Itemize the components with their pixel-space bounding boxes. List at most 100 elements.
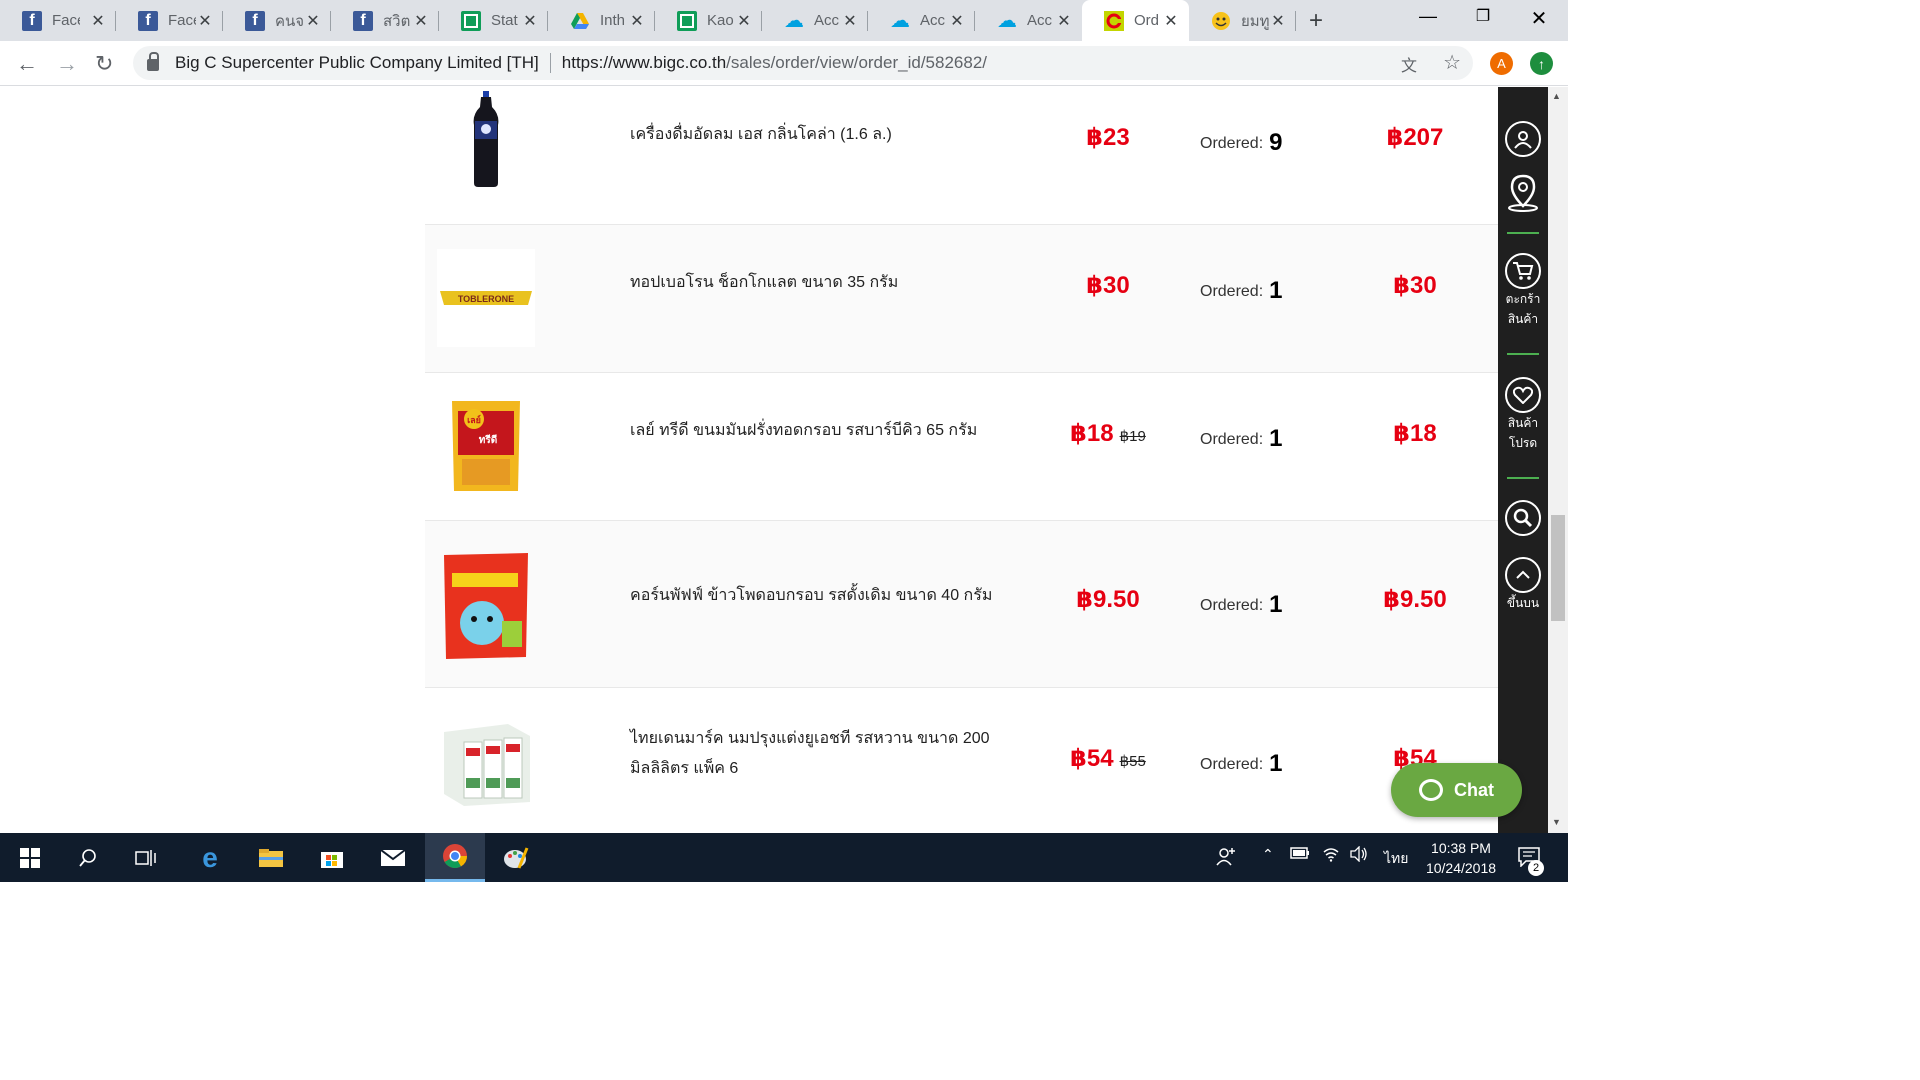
- tab-close-icon[interactable]: ✕: [1270, 11, 1286, 31]
- task-view-icon[interactable]: [116, 833, 176, 882]
- new-tab-button[interactable]: +: [1309, 7, 1323, 35]
- quantity-value: 1: [1269, 750, 1283, 777]
- file-explorer-icon[interactable]: [241, 833, 301, 882]
- profile-avatar[interactable]: A: [1490, 52, 1513, 75]
- store-locator-button[interactable]: [1498, 174, 1548, 212]
- reload-icon[interactable]: ↻: [95, 51, 113, 77]
- favorites-button[interactable]: สินค้า โปรด: [1498, 377, 1548, 453]
- windows-start-icon[interactable]: [0, 833, 60, 882]
- chrome-icon[interactable]: [425, 833, 485, 882]
- close-window-button[interactable]: ✕: [1516, 6, 1562, 31]
- browser-tab[interactable]: ☁ Acc ✕: [975, 0, 1082, 41]
- search-button[interactable]: [1498, 500, 1548, 536]
- line-total: ฿9.50: [1383, 586, 1447, 613]
- tab-close-icon[interactable]: ✕: [522, 11, 538, 31]
- clock-date: 10/24/2018: [1425, 860, 1497, 876]
- order-item-row: เลย์ ทรีดี เลย์ ทรีดี ขนมมันฝรั่งทอดกรอบ…: [425, 373, 1498, 521]
- tab-close-icon[interactable]: ✕: [305, 11, 321, 31]
- ordered-quantity: Ordered: 9: [1200, 127, 1320, 156]
- facebook-icon: f: [138, 10, 158, 31]
- browser-tab[interactable]: ☁ Acc ✕: [762, 0, 868, 41]
- tab-close-icon[interactable]: ✕: [1056, 11, 1072, 31]
- edge-browser-icon[interactable]: e: [180, 833, 240, 882]
- line-total: ฿18: [1393, 420, 1437, 447]
- tab-title: Ord: [1134, 12, 1160, 29]
- extension-upload-icon[interactable]: ↑: [1530, 52, 1553, 75]
- volume-icon[interactable]: [1350, 845, 1368, 867]
- browser-tab[interactable]: Stat ✕: [439, 0, 548, 41]
- product-image-soda[interactable]: [437, 91, 535, 189]
- microsoft-store-icon[interactable]: [302, 833, 362, 882]
- tab-title: ยมทู: [1241, 12, 1269, 30]
- browser-tab[interactable]: f คนจ ✕: [223, 0, 331, 41]
- scroll-up-arrow-icon[interactable]: ▲: [1552, 91, 1561, 101]
- browser-tab[interactable]: fFace✕: [0, 0, 116, 41]
- browser-tab[interactable]: f สวิต ✕: [331, 0, 439, 41]
- page-scrollbar[interactable]: ▲ ▼: [1548, 87, 1568, 833]
- tab-close-icon[interactable]: ✕: [949, 11, 965, 31]
- paint-icon[interactable]: [486, 833, 546, 882]
- product-image-cornpuff[interactable]: [437, 551, 535, 661]
- forward-arrow-icon[interactable]: →: [56, 51, 78, 77]
- cart-button[interactable]: ตะกร้า สินค้า: [1498, 253, 1548, 329]
- site-organization: Big C Supercenter Public Company Limited…: [175, 53, 539, 72]
- translate-icon[interactable]: 文: [1401, 52, 1417, 76]
- system-clock[interactable]: 10:38 PM 10/24/2018: [1420, 838, 1502, 878]
- bookmark-star-icon[interactable]: ☆: [1443, 50, 1461, 75]
- tab-close-icon[interactable]: ✕: [90, 11, 106, 31]
- chat-button[interactable]: Chat: [1391, 763, 1522, 817]
- product-image-toblerone[interactable]: TOBLERONE: [437, 249, 535, 347]
- product-image-milk[interactable]: [437, 714, 535, 812]
- scroll-down-arrow-icon[interactable]: ▼: [1552, 817, 1561, 827]
- browser-tab[interactable]: ☁ Acc ✕: [868, 0, 975, 41]
- browser-tab[interactable]: Kao ✕: [655, 0, 762, 41]
- account-button[interactable]: [1498, 121, 1548, 157]
- unit-price: ฿54 ฿55: [1025, 744, 1191, 773]
- minimize-button[interactable]: —: [1405, 6, 1451, 27]
- tab-close-icon[interactable]: ✕: [842, 11, 858, 31]
- price-value: ฿23: [1086, 124, 1130, 151]
- tab-close-icon[interactable]: ✕: [413, 11, 429, 31]
- battery-icon[interactable]: [1290, 846, 1310, 865]
- tab-close-icon[interactable]: ✕: [736, 11, 752, 31]
- product-name[interactable]: ไทยเดนมาร์ค นมปรุงแต่งยูเอชที รสหวาน ขนา…: [630, 724, 1020, 784]
- browser-toolbar: ← → ↻ Big C Supercenter Public Company L…: [0, 41, 1568, 86]
- chevron-up-icon: [1505, 557, 1541, 593]
- product-name[interactable]: ทอปเบอโรน ช็อกโกแลต ขนาด 35 กรัม: [630, 268, 1020, 298]
- search-icon[interactable]: [58, 833, 118, 882]
- back-to-top-button[interactable]: ขึ้นบน: [1498, 557, 1548, 613]
- browser-tab[interactable]: Inth ✕: [548, 0, 655, 41]
- tab-close-icon[interactable]: ✕: [1163, 11, 1179, 31]
- sidebar-divider: [1507, 232, 1539, 234]
- ordered-label: Ordered:: [1200, 135, 1264, 152]
- maximize-button[interactable]: ❐: [1460, 6, 1506, 26]
- chat-bubble-icon: [1419, 779, 1443, 801]
- back-to-top-label: ขึ้นบน: [1506, 596, 1540, 610]
- product-name[interactable]: คอร์นพัฟฟ์ ข้าวโพดอบกรอบ รสดั้งเดิม ขนาด…: [630, 581, 1020, 611]
- tab-close-icon[interactable]: ✕: [629, 11, 645, 31]
- address-bar[interactable]: Big C Supercenter Public Company Limited…: [133, 46, 1473, 80]
- browser-tab[interactable]: fFace✕: [116, 0, 223, 41]
- people-icon[interactable]: [1216, 846, 1236, 871]
- chevron-up-icon[interactable]: ⌃: [1262, 846, 1274, 863]
- wifi-icon[interactable]: [1322, 846, 1340, 867]
- input-language[interactable]: ไทย: [1384, 848, 1408, 870]
- google-sheets-icon: [677, 10, 697, 31]
- original-price: ฿55: [1119, 753, 1146, 770]
- scrollbar-thumb[interactable]: [1551, 515, 1565, 621]
- browser-tab[interactable]: ยมทู ✕: [1189, 0, 1296, 41]
- product-image-lays[interactable]: เลย์ ทรีดี: [437, 397, 535, 495]
- cart-label-line2: สินค้า: [1507, 312, 1539, 326]
- browser-tab[interactable]: Ord ✕: [1082, 0, 1189, 41]
- favorites-label-line2: โปรด: [1508, 436, 1538, 450]
- product-name[interactable]: เครื่องดื่มอัดลม เอส กลิ่นโคล่า (1.6 ล.): [630, 120, 1020, 150]
- mail-icon[interactable]: [363, 833, 423, 882]
- unit-price: ฿9.50: [1025, 585, 1191, 614]
- price-value: ฿54: [1070, 745, 1114, 772]
- product-name[interactable]: เลย์ ทรีดี ขนมมันฝรั่งทอดกรอบ รสบาร์บีคิ…: [630, 416, 1020, 446]
- tab-title: Kao: [707, 12, 734, 29]
- cart-label-line1: ตะกร้า: [1505, 292, 1541, 306]
- tab-close-icon[interactable]: ✕: [197, 11, 213, 31]
- emoji-icon: [1211, 11, 1231, 31]
- back-arrow-icon[interactable]: ←: [16, 51, 38, 77]
